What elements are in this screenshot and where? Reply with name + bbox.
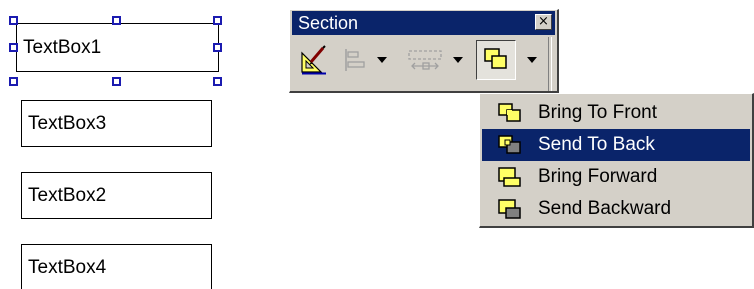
size-dropdown[interactable]	[450, 40, 466, 80]
toolbar-title: Section	[298, 13, 359, 33]
close-button[interactable]: ×	[535, 14, 552, 30]
align-dropdown[interactable]	[374, 40, 390, 80]
textbox-4[interactable]: TextBox4	[21, 244, 212, 289]
properties-icon	[301, 45, 326, 75]
resize-handle-top-right[interactable]	[213, 16, 222, 25]
properties-button[interactable]	[296, 40, 332, 80]
resize-handle-bottom[interactable]	[112, 77, 121, 86]
chevron-down-icon	[377, 57, 387, 63]
close-icon: ×	[538, 14, 549, 29]
size-icon	[408, 50, 442, 70]
resize-handle-bottom-left[interactable]	[9, 77, 18, 86]
textbox-3[interactable]: TextBox3	[21, 100, 212, 147]
chevron-down-icon	[527, 57, 537, 63]
textbox-4-label: TextBox4	[28, 256, 107, 278]
order-menu: Bring To Front Send To Back Bring Forwar…	[479, 93, 754, 228]
menu-item-label: Bring To Front	[538, 102, 657, 123]
order-button[interactable]	[476, 40, 516, 80]
align-icon	[345, 49, 365, 71]
toolbar-title-bar[interactable]: Section ×	[292, 11, 555, 35]
send-to-back-icon	[496, 133, 524, 157]
bring-to-front-icon	[496, 101, 524, 125]
section-toolbar: Section ×	[289, 9, 559, 93]
resize-handle-top-left[interactable]	[9, 16, 18, 25]
design-surface[interactable]: TextBox1 TextBox3 TextBox2 TextBox4 Sect…	[0, 0, 754, 289]
textbox-3-label: TextBox3	[28, 112, 107, 134]
textbox-1[interactable]: TextBox1	[16, 23, 219, 72]
size-button[interactable]	[404, 40, 448, 80]
resize-handle-bottom-right[interactable]	[213, 77, 222, 86]
bring-forward-icon	[496, 165, 524, 189]
textbox-2-label: TextBox2	[28, 184, 107, 206]
menu-item-bring-forward[interactable]: Bring Forward	[482, 161, 750, 193]
resize-handle-top[interactable]	[112, 16, 121, 25]
menu-item-bring-to-front[interactable]: Bring To Front	[482, 97, 750, 129]
menu-item-send-backward[interactable]: Send Backward	[482, 193, 750, 225]
order-icon	[484, 48, 507, 69]
order-dropdown[interactable]	[522, 40, 542, 80]
menu-item-send-to-back[interactable]: Send To Back	[482, 129, 750, 161]
resize-handle-right[interactable]	[213, 43, 222, 52]
resize-handle-left[interactable]	[9, 43, 18, 52]
menu-item-label: Send To Back	[538, 134, 655, 155]
menu-item-label: Send Backward	[538, 198, 672, 219]
menu-item-label: Bring Forward	[538, 166, 658, 187]
textbox-2[interactable]: TextBox2	[21, 172, 212, 219]
toolbar-separator	[548, 37, 552, 91]
chevron-down-icon	[453, 57, 463, 63]
send-backward-icon	[496, 197, 524, 221]
align-button[interactable]	[338, 40, 374, 80]
textbox-1-label: TextBox1	[23, 36, 102, 58]
